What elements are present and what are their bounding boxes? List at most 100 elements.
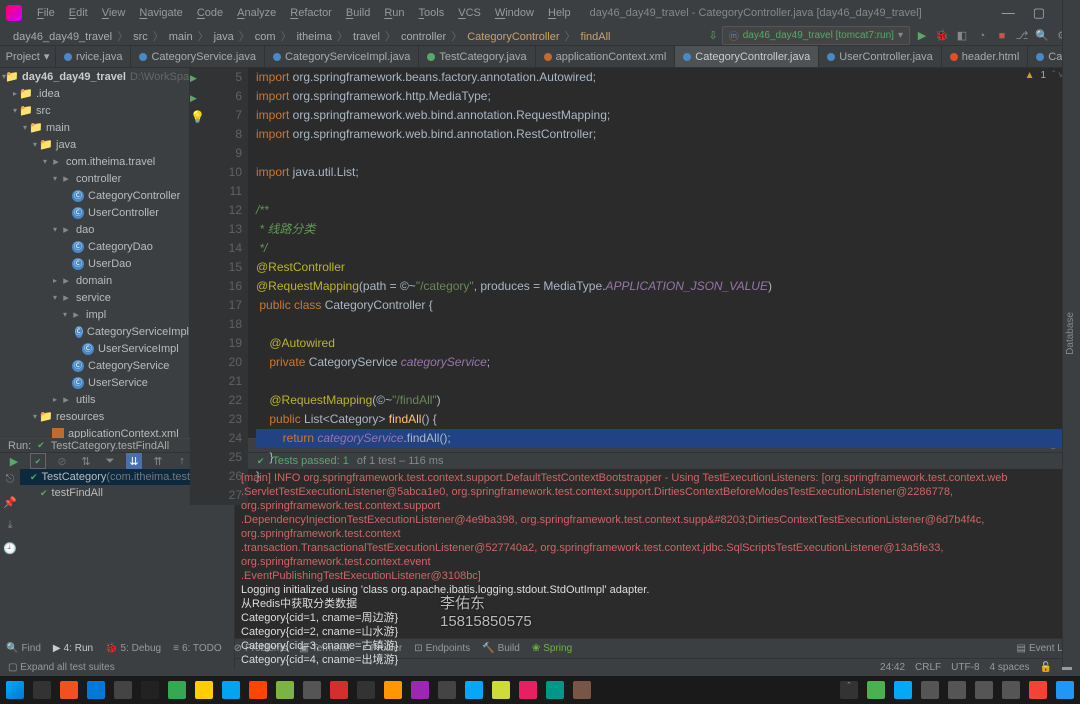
run-config-dropdown[interactable]: ⓜ day46_day49_travel [tomcat7:run] ▾ — [722, 26, 910, 45]
tree-main[interactable]: ▾📁main — [0, 119, 189, 136]
menu-refactor[interactable]: Refactor — [283, 7, 339, 19]
tray-9[interactable] — [1056, 681, 1074, 699]
debug-tab[interactable]: 🐞 5: Debug — [105, 643, 161, 654]
menu-edit[interactable]: Edit — [62, 7, 95, 19]
code-line-17[interactable]: public class CategoryController { — [256, 296, 1068, 315]
task-app-11[interactable] — [330, 681, 348, 699]
code-line-8[interactable]: import org.springframework.web.bind.anno… — [256, 125, 1068, 144]
task-app-3[interactable] — [114, 681, 132, 699]
tree-impl[interactable]: ▾▸impl — [0, 306, 189, 323]
crumb-7[interactable]: controller — [398, 31, 449, 43]
attach-icon[interactable]: ⎋ — [6, 473, 15, 486]
crumb-0[interactable]: day46_day49_travel — [10, 31, 115, 43]
crumb-9[interactable]: findAll — [578, 31, 614, 43]
tab-header-html[interactable]: header.html — [942, 46, 1028, 67]
code-line-22[interactable]: @RequestMapping(©~"/findAll") — [256, 391, 1068, 410]
tray-4[interactable] — [921, 681, 939, 699]
tray-1[interactable]: ˆ — [840, 681, 858, 699]
code-line-11[interactable] — [256, 182, 1068, 201]
tray-6[interactable] — [975, 681, 993, 699]
menu-navigate[interactable]: Navigate — [132, 7, 189, 19]
tree-resources[interactable]: ▾📁resources — [0, 408, 189, 425]
code-line-9[interactable] — [256, 144, 1068, 163]
code-line-14[interactable]: */ — [256, 239, 1068, 258]
tab-CategoryServiceImpl-java[interactable]: CategoryServiceImpl.java — [265, 46, 419, 67]
task-app-1[interactable] — [60, 681, 78, 699]
code-line-5[interactable]: import org.springframework.beans.factory… — [256, 68, 1068, 87]
code-line-15[interactable]: @RestController — [256, 258, 1068, 277]
tree-controller[interactable]: ▾▸controller — [0, 170, 189, 187]
task-app-14[interactable] — [411, 681, 429, 699]
menu-run[interactable]: Run — [377, 7, 411, 19]
os-taskbar[interactable]: ˆ — [0, 676, 1080, 704]
git-icon[interactable]: ⎇ — [1014, 28, 1030, 44]
tab-rvice-java[interactable]: rvice.java — [56, 46, 131, 67]
tree-dao[interactable]: ▾▸dao — [0, 221, 189, 238]
tree-CategoryDao[interactable]: ⒸCategoryDao — [0, 238, 189, 255]
run-tab[interactable]: ▶ 4: Run — [53, 643, 93, 654]
export-icon[interactable]: ⤓ — [8, 519, 13, 532]
windows-start-icon[interactable] — [6, 681, 24, 699]
tree-UserService[interactable]: ⒸUserService — [0, 374, 189, 391]
code-line-18[interactable] — [256, 315, 1068, 334]
task-app-5[interactable] — [168, 681, 186, 699]
task-app-10[interactable] — [303, 681, 321, 699]
tree-java[interactable]: ▾📁java — [0, 136, 189, 153]
stop-icon[interactable]: ⊘ — [54, 453, 70, 469]
search-icon[interactable]: 🔍 — [1034, 28, 1050, 44]
pin-icon[interactable]: 📌 — [3, 496, 17, 509]
project-root[interactable]: ▾📁 day46_day49_travel D:\WorkSpace\Idea\… — [0, 68, 189, 85]
collapse-icon[interactable]: ⇈ — [150, 453, 166, 469]
maximize-icon[interactable]: ▢ — [1033, 5, 1045, 21]
inspection-widget[interactable]: ▲1ˆ ˅ — [1025, 70, 1064, 81]
code-area[interactable]: import org.springframework.beans.factory… — [248, 68, 1068, 505]
tab-TestCategory-java[interactable]: TestCategory.java — [419, 46, 535, 67]
right-tool-strip[interactable]: DatabaseMavenSciView — [1062, 0, 1080, 666]
crumb-3[interactable]: java — [211, 31, 237, 43]
crumb-5[interactable]: itheima — [294, 31, 335, 43]
menu-analyze[interactable]: Analyze — [230, 7, 283, 19]
task-app-4[interactable] — [141, 681, 159, 699]
rerun-icon[interactable]: ▶ — [6, 453, 22, 469]
tree-domain[interactable]: ▸▸domain — [0, 272, 189, 289]
history-icon[interactable]: 🕘 — [3, 542, 17, 555]
minimize-icon[interactable]: — — [1002, 5, 1015, 21]
code-line-12[interactable]: /** — [256, 201, 1068, 220]
tab-CategoryController-java[interactable]: CategoryController.java — [675, 46, 819, 67]
tray-5[interactable] — [948, 681, 966, 699]
profile-icon[interactable]: ◔ — [974, 28, 990, 44]
build-icon[interactable]: ⇩ — [709, 29, 718, 42]
tree-applicationContext-xml[interactable]: ◆applicationContext.xml — [0, 425, 189, 438]
task-app-19[interactable] — [546, 681, 564, 699]
filter-icon[interactable]: ⏷ — [102, 453, 118, 469]
menu-file[interactable]: File — [30, 7, 62, 19]
code-editor[interactable]: ▶▶💡 567891011121314151617181920212223242… — [190, 68, 1080, 438]
menu-code[interactable]: Code — [190, 7, 230, 19]
menu-tools[interactable]: Tools — [412, 7, 452, 19]
tree-CategoryController[interactable]: ⒸCategoryController — [0, 187, 189, 204]
stop-icon[interactable]: ■ — [994, 28, 1010, 44]
tree-CategoryService[interactable]: ⒸCategoryService — [0, 357, 189, 374]
breadcrumb[interactable]: day46_day49_travel〉src〉main〉java〉com〉ith… — [10, 28, 613, 44]
right-tool-database[interactable]: Database — [1063, 306, 1078, 361]
up-icon[interactable]: ↑ — [174, 453, 190, 469]
tray-2[interactable] — [867, 681, 885, 699]
coverage-icon[interactable]: ◧ — [954, 28, 970, 44]
crumb-4[interactable]: com — [252, 31, 279, 43]
tray-3[interactable] — [894, 681, 912, 699]
code-line-7[interactable]: import org.springframework.web.bind.anno… — [256, 106, 1068, 125]
project-panel-toggle[interactable]: Project ▾ — [0, 46, 56, 67]
tree-service[interactable]: ▾▸service — [0, 289, 189, 306]
code-line-25[interactable]: } — [256, 448, 1068, 467]
task-app-15[interactable] — [438, 681, 456, 699]
run-tab-label[interactable]: TestCategory.testFindAll — [51, 440, 169, 452]
tree--idea[interactable]: ▸📁.idea — [0, 85, 189, 102]
debug-icon[interactable]: 🐞 — [934, 28, 950, 44]
menu-view[interactable]: View — [95, 7, 133, 19]
editor-tabs[interactable]: Project ▾ rvice.javaCategoryService.java… — [0, 46, 1080, 68]
crumb-8[interactable]: CategoryController — [464, 31, 562, 43]
project-tree[interactable]: ▾📁 day46_day49_travel D:\WorkSpace\Idea\… — [0, 68, 189, 438]
sort-icon[interactable]: ⇅ — [78, 453, 94, 469]
console-output[interactable]: [main] INFO org.springframework.test.con… — [235, 469, 1062, 669]
tab-UserController-java[interactable]: UserController.java — [819, 46, 942, 67]
